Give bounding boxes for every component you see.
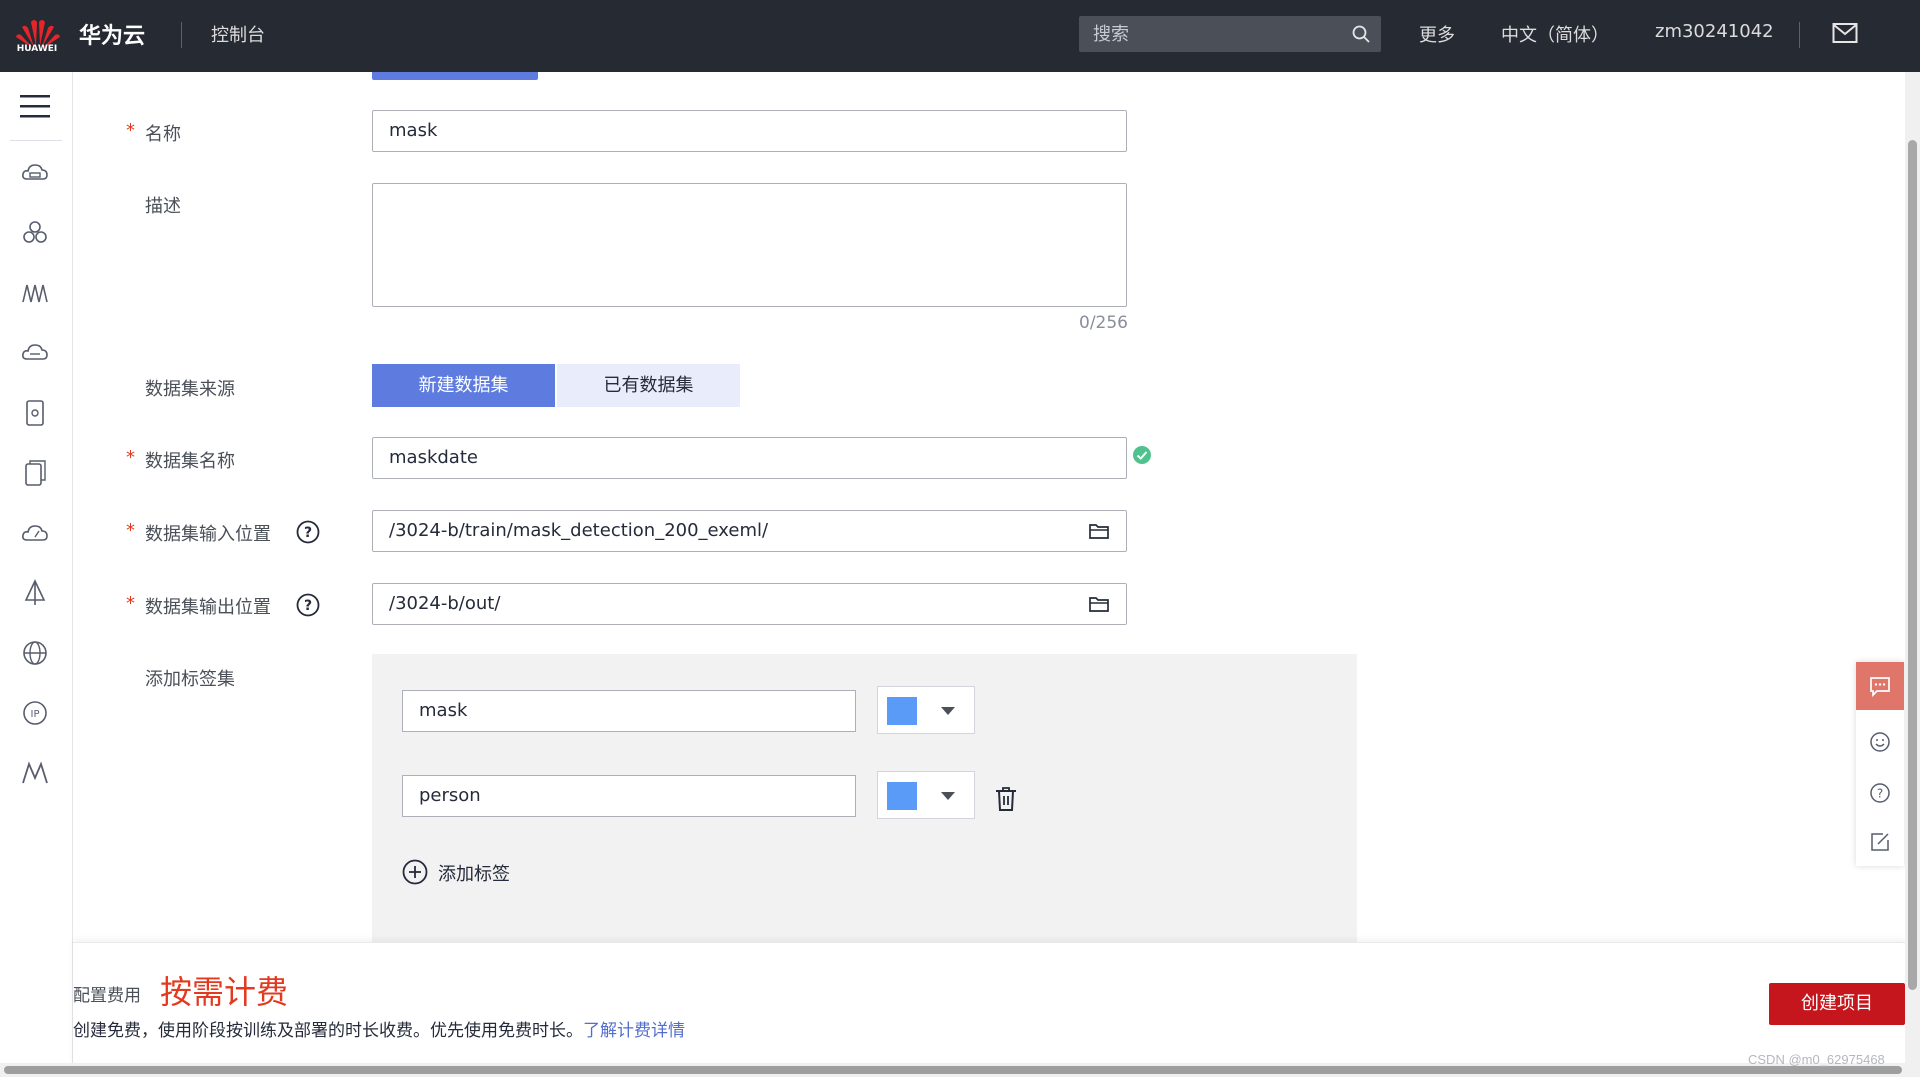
svg-text:?: ? <box>304 598 312 614</box>
console-link[interactable]: 控制台 <box>211 21 265 47</box>
sidebar-divider <box>10 140 62 141</box>
more-menu[interactable]: 更多 <box>1419 21 1455 47</box>
dataset-name-input[interactable]: maskdate <box>372 437 1127 479</box>
label-name-input[interactable]: mask <box>402 690 856 732</box>
backup-icon[interactable] <box>20 458 50 488</box>
fee-desc-text: 创建免费，使用阶段按训练及部署的时长收费。优先使用免费时长。 <box>73 1021 583 1041</box>
brand-name[interactable]: 华为云 <box>79 18 145 50</box>
chat-icon <box>1870 677 1890 697</box>
cloud-server-icon[interactable] <box>20 158 50 188</box>
fee-value: 按需计费 <box>160 973 289 1011</box>
color-swatch <box>887 697 917 725</box>
color-swatch <box>887 782 917 810</box>
help-icon[interactable]: ? <box>296 593 320 617</box>
vertical-scrollbar[interactable] <box>1905 72 1920 1066</box>
hamburger-menu-icon[interactable] <box>20 93 50 119</box>
description-textarea[interactable] <box>372 183 1127 307</box>
modelarts-alt-icon[interactable] <box>20 758 50 788</box>
label-set-label: 添加标签集 <box>145 669 235 690</box>
search-input[interactable] <box>1079 16 1357 52</box>
service-sidebar: IP <box>0 72 73 1066</box>
cluster-icon[interactable] <box>20 218 50 248</box>
folder-icon[interactable] <box>1088 594 1110 614</box>
dataset-source-label: 数据集来源 <box>145 379 235 400</box>
output-path-label: 数据集输出位置 <box>145 597 271 618</box>
language-switch[interactable]: 中文（简体） <box>1501 21 1609 47</box>
existing-dataset-button[interactable]: 已有数据集 <box>557 364 740 407</box>
horizontal-scroll-thumb[interactable] <box>4 1066 1902 1074</box>
delete-trash-icon[interactable] <box>994 786 1018 812</box>
label-color-picker[interactable] <box>877 686 975 734</box>
caret-down-icon <box>941 792 955 800</box>
billing-details-link[interactable]: 了解计费详情 <box>583 1021 685 1041</box>
name-label: 名称 <box>145 124 181 145</box>
global-web-icon[interactable] <box>20 638 50 668</box>
ip-icon[interactable]: IP <box>20 698 50 728</box>
new-dataset-button[interactable]: 新建数据集 <box>372 364 555 407</box>
storage-icon[interactable] <box>20 398 50 428</box>
description-label: 描述 <box>145 196 181 217</box>
svg-text:?: ? <box>1877 787 1883 801</box>
smile-feedback-icon[interactable] <box>1869 731 1891 753</box>
top-header: HUAWEI 华为云 控制台 更多 中文（简体） zm30241042 <box>0 0 1920 72</box>
fee-label: 配置费用 <box>73 986 141 1006</box>
network-icon[interactable] <box>20 578 50 608</box>
folder-icon[interactable] <box>1088 521 1110 541</box>
output-path-value: /3024-b/out/ <box>389 593 501 614</box>
description-counter: 0/256 <box>1079 313 1128 333</box>
header-divider <box>1799 22 1800 48</box>
fee-description: 创建免费，使用阶段按训练及部署的时长收费。优先使用免费时长。了解计费详情 <box>73 1016 685 1041</box>
output-path-field[interactable]: /3024-b/out/ <box>372 583 1127 625</box>
help-icon[interactable]: ? <box>296 520 320 544</box>
required-mark: * <box>126 520 135 541</box>
input-path-value: /3024-b/train/mask_detection_200_exeml/ <box>389 520 769 541</box>
label-color-picker[interactable] <box>877 771 975 819</box>
global-search <box>1079 16 1381 52</box>
floating-help-panel: ? <box>1856 662 1904 866</box>
caret-down-icon <box>941 707 955 715</box>
mail-icon[interactable] <box>1832 22 1858 44</box>
name-input[interactable]: mask <box>372 110 1127 152</box>
check-circle-icon <box>1133 446 1151 464</box>
svg-text:?: ? <box>304 525 312 541</box>
required-mark: * <box>126 120 135 141</box>
horizontal-scrollbar[interactable] <box>0 1063 1920 1077</box>
required-mark: * <box>126 593 135 614</box>
label-name-input[interactable]: person <box>402 775 856 817</box>
chat-button[interactable] <box>1856 662 1904 710</box>
input-path-field[interactable]: /3024-b/train/mask_detection_200_exeml/ <box>372 510 1127 552</box>
fee-footer-bar: 配置费用 按需计费 创建免费，使用阶段按训练及部署的时长收费。优先使用免费时长。… <box>73 942 1905 1067</box>
modelarts-icon[interactable] <box>20 278 50 308</box>
edit-note-icon[interactable] <box>1869 831 1891 853</box>
cloud-container-icon[interactable] <box>20 338 50 368</box>
add-label-text: 添加标签 <box>438 864 510 885</box>
question-icon[interactable]: ? <box>1869 782 1891 804</box>
dataset-name-label: 数据集名称 <box>145 451 235 472</box>
watermark: CSDN @m0_62975468 <box>1748 1052 1885 1067</box>
plus-circle-icon <box>402 859 428 885</box>
vertical-scroll-thumb[interactable] <box>1908 140 1917 990</box>
search-icon[interactable] <box>1351 24 1371 44</box>
header-divider <box>181 22 182 48</box>
top-button-partial[interactable] <box>372 72 538 80</box>
user-menu[interactable]: zm30241042 <box>1655 21 1774 42</box>
input-path-label: 数据集输入位置 <box>145 524 271 545</box>
svg-text:IP: IP <box>31 709 40 720</box>
create-project-button[interactable]: 创建项目 <box>1769 983 1905 1025</box>
required-mark: * <box>126 447 135 468</box>
cloud-speed-icon[interactable] <box>20 518 50 548</box>
logo-text: HUAWEI <box>16 44 58 54</box>
